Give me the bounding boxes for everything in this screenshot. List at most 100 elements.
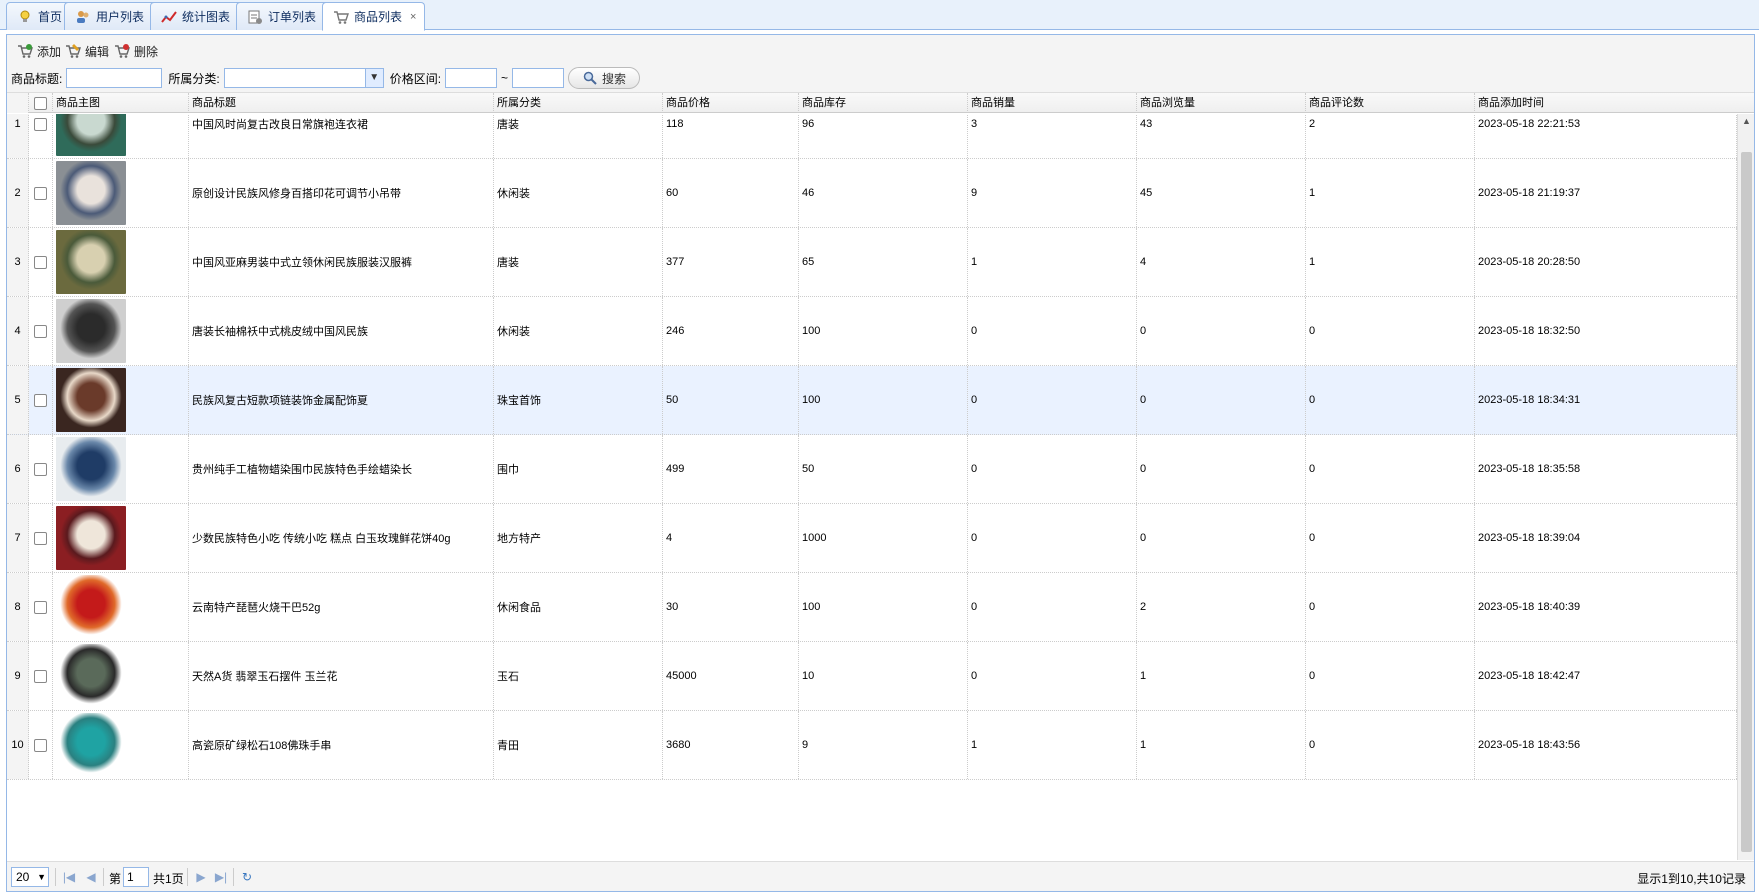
product-added-time: 2023-05-18 18:32:50 <box>1475 297 1737 365</box>
scroll-up-icon[interactable]: ▲ <box>1738 116 1754 130</box>
chevron-down-icon[interactable]: ▼ <box>364 69 383 87</box>
row-checkbox[interactable] <box>34 600 47 614</box>
row-checkbox[interactable] <box>34 255 47 269</box>
row-checkbox-cell <box>29 297 53 365</box>
search-button[interactable]: 搜索 <box>568 67 641 89</box>
delete-label: 删除 <box>134 44 159 59</box>
product-views: 1 <box>1137 642 1306 710</box>
prev-page-icon[interactable]: ◀ <box>83 869 99 885</box>
table-row[interactable]: 2 原创设计民族风修身百搭印花可调节小吊带 休闲装 60 46 9 45 1 2023-05-1… <box>7 159 1737 228</box>
header-views[interactable]: 商品浏览量 <box>1137 93 1306 113</box>
product-thumbnail <box>56 644 126 708</box>
close-icon[interactable]: × <box>410 11 416 23</box>
page-total: 共1页 <box>153 872 184 886</box>
product-title: 高瓷原矿绿松石108佛珠手串 <box>189 711 494 779</box>
page-number-input[interactable] <box>123 867 149 887</box>
edit-button[interactable]: 编辑 <box>61 39 113 63</box>
product-stock: 100 <box>799 573 968 641</box>
header-image[interactable]: 商品主图 <box>53 93 189 113</box>
row-checkbox[interactable] <box>34 669 47 683</box>
product-comments: 1 <box>1306 159 1475 227</box>
product-title: 民族风复古短款项链装饰金属配饰夏 <box>189 366 494 434</box>
row-number: 10 <box>7 711 29 779</box>
range-separator: ~ <box>501 71 509 85</box>
last-page-icon[interactable]: ▶| <box>213 869 229 885</box>
table-row[interactable]: 4 唐装长袖棉袄中式桃皮绒中国风民族 休闲装 246 100 0 0 0 2023-05-18 … <box>7 297 1737 366</box>
row-checkbox[interactable] <box>34 738 47 752</box>
product-views: 4 <box>1137 228 1306 296</box>
row-number: 8 <box>7 573 29 641</box>
header-sales[interactable]: 商品销量 <box>968 93 1137 113</box>
first-page-icon[interactable]: |◀ <box>61 869 77 885</box>
next-page-icon[interactable]: ▶ <box>193 869 209 885</box>
product-grid: 商品主图 商品标题 所属分类 商品价格 商品库存 商品销量 商品浏览量 商品评论… <box>7 93 1754 861</box>
page-size-select[interactable]: 20 ▼ <box>11 867 49 887</box>
row-number: 6 <box>7 435 29 503</box>
toolbar: 添加 编辑 删除 商品标题: 所属分类: ▼ 价格区间: ~ 搜索 <box>7 35 1754 93</box>
product-category: 地方特产 <box>494 504 663 572</box>
chevron-down-icon: ▼ <box>37 872 46 882</box>
table-row[interactable]: 6 贵州纯手工植物蜡染围巾民族特色手绘蜡染长 围巾 499 50 0 0 0 2023-05-1… <box>7 435 1737 504</box>
product-image-cell <box>53 366 189 434</box>
refresh-icon[interactable]: ↻ <box>239 869 255 885</box>
product-stock: 65 <box>799 228 968 296</box>
product-price: 60 <box>663 159 799 227</box>
product-price: 499 <box>663 435 799 503</box>
table-row[interactable]: 10 高瓷原矿绿松石108佛珠手串 青田 3680 9 1 1 0 2023-05-18 18:… <box>7 711 1737 780</box>
table-row[interactable]: 5 民族风复古短款项链装饰金属配饰夏 珠宝首饰 50 100 0 0 0 2023-05-18 … <box>7 366 1737 435</box>
header-stock[interactable]: 商品库存 <box>799 93 968 113</box>
table-row[interactable]: 3 中国风亚麻男装中式立领休闲民族服装汉服裤 唐装 377 65 1 4 1 2023-05-1… <box>7 228 1737 297</box>
search-form: 商品标题: 所属分类: ▼ 价格区间: ~ 搜索 <box>11 65 641 91</box>
tab-home[interactable]: 首页 <box>6 2 72 30</box>
edit-label: 编辑 <box>85 44 110 59</box>
product-title: 原创设计民族风修身百搭印花可调节小吊带 <box>189 159 494 227</box>
row-checkbox[interactable] <box>34 462 47 476</box>
product-thumbnail <box>56 230 126 294</box>
row-checkbox-cell <box>29 366 53 434</box>
delete-button[interactable]: 删除 <box>110 39 162 63</box>
divider <box>103 868 104 886</box>
add-label: 添加 <box>37 44 62 59</box>
product-sales: 1 <box>968 711 1137 779</box>
product-comments: 0 <box>1306 504 1475 572</box>
divider <box>187 868 188 886</box>
vertical-scrollbar[interactable]: ▲ <box>1737 114 1754 860</box>
select-all-checkbox[interactable] <box>34 96 47 110</box>
row-checkbox[interactable] <box>34 324 47 338</box>
product-views: 0 <box>1137 504 1306 572</box>
product-stock: 100 <box>799 297 968 365</box>
header-time[interactable]: 商品添加时间 <box>1475 93 1754 113</box>
row-checkbox[interactable] <box>34 393 47 407</box>
product-views: 1 <box>1137 711 1306 779</box>
product-views: 2 <box>1137 573 1306 641</box>
table-row[interactable]: 9 天然A货 翡翠玉石摆件 玉兰花 玉石 45000 10 0 1 0 2023-05-18 1… <box>7 642 1737 711</box>
product-price: 118 <box>663 114 799 158</box>
product-stock: 50 <box>799 435 968 503</box>
pagination-bar: 20 ▼ |◀ ◀ 第 共1页 ▶ ▶| ↻ 显示1到10,共10记录 <box>7 861 1754 891</box>
category-select[interactable]: ▼ <box>223 68 384 88</box>
product-stock: 1000 <box>799 504 968 572</box>
table-row[interactable]: 7 少数民族特色小吃 传统小吃 糕点 白玉玫瑰鲜花饼40g 地方特产 4 1000 0 0 0… <box>7 504 1737 573</box>
table-row[interactable]: 1 中国风时尚复古改良日常旗袍连衣裙 唐装 118 96 3 43 2 2023-05-18 2… <box>7 114 1737 159</box>
product-price: 246 <box>663 297 799 365</box>
header-title[interactable]: 商品标题 <box>189 93 494 113</box>
row-checkbox[interactable] <box>34 117 47 131</box>
header-category[interactable]: 所属分类 <box>494 93 663 113</box>
product-image-cell <box>53 711 189 779</box>
title-input[interactable] <box>66 68 163 88</box>
tab-label: 用户列表 <box>96 10 145 24</box>
row-checkbox-cell <box>29 573 53 641</box>
scrollbar-thumb[interactable] <box>1741 152 1752 852</box>
bulb-icon <box>17 9 33 25</box>
price-max-input[interactable] <box>512 68 565 88</box>
row-checkbox[interactable] <box>34 531 47 545</box>
price-min-input[interactable] <box>445 68 498 88</box>
add-button[interactable]: 添加 <box>13 39 65 63</box>
table-row[interactable]: 8 云南特产琵琶火烧干巴52g 休闲食品 30 100 0 2 0 2023-05-18 18:… <box>7 573 1737 642</box>
product-image-cell <box>53 642 189 710</box>
row-checkbox[interactable] <box>34 186 47 200</box>
header-comments[interactable]: 商品评论数 <box>1306 93 1475 113</box>
header-price[interactable]: 商品价格 <box>663 93 799 113</box>
tab-product-list[interactable]: 商品列表 × <box>322 2 426 31</box>
order-icon <box>247 9 263 25</box>
